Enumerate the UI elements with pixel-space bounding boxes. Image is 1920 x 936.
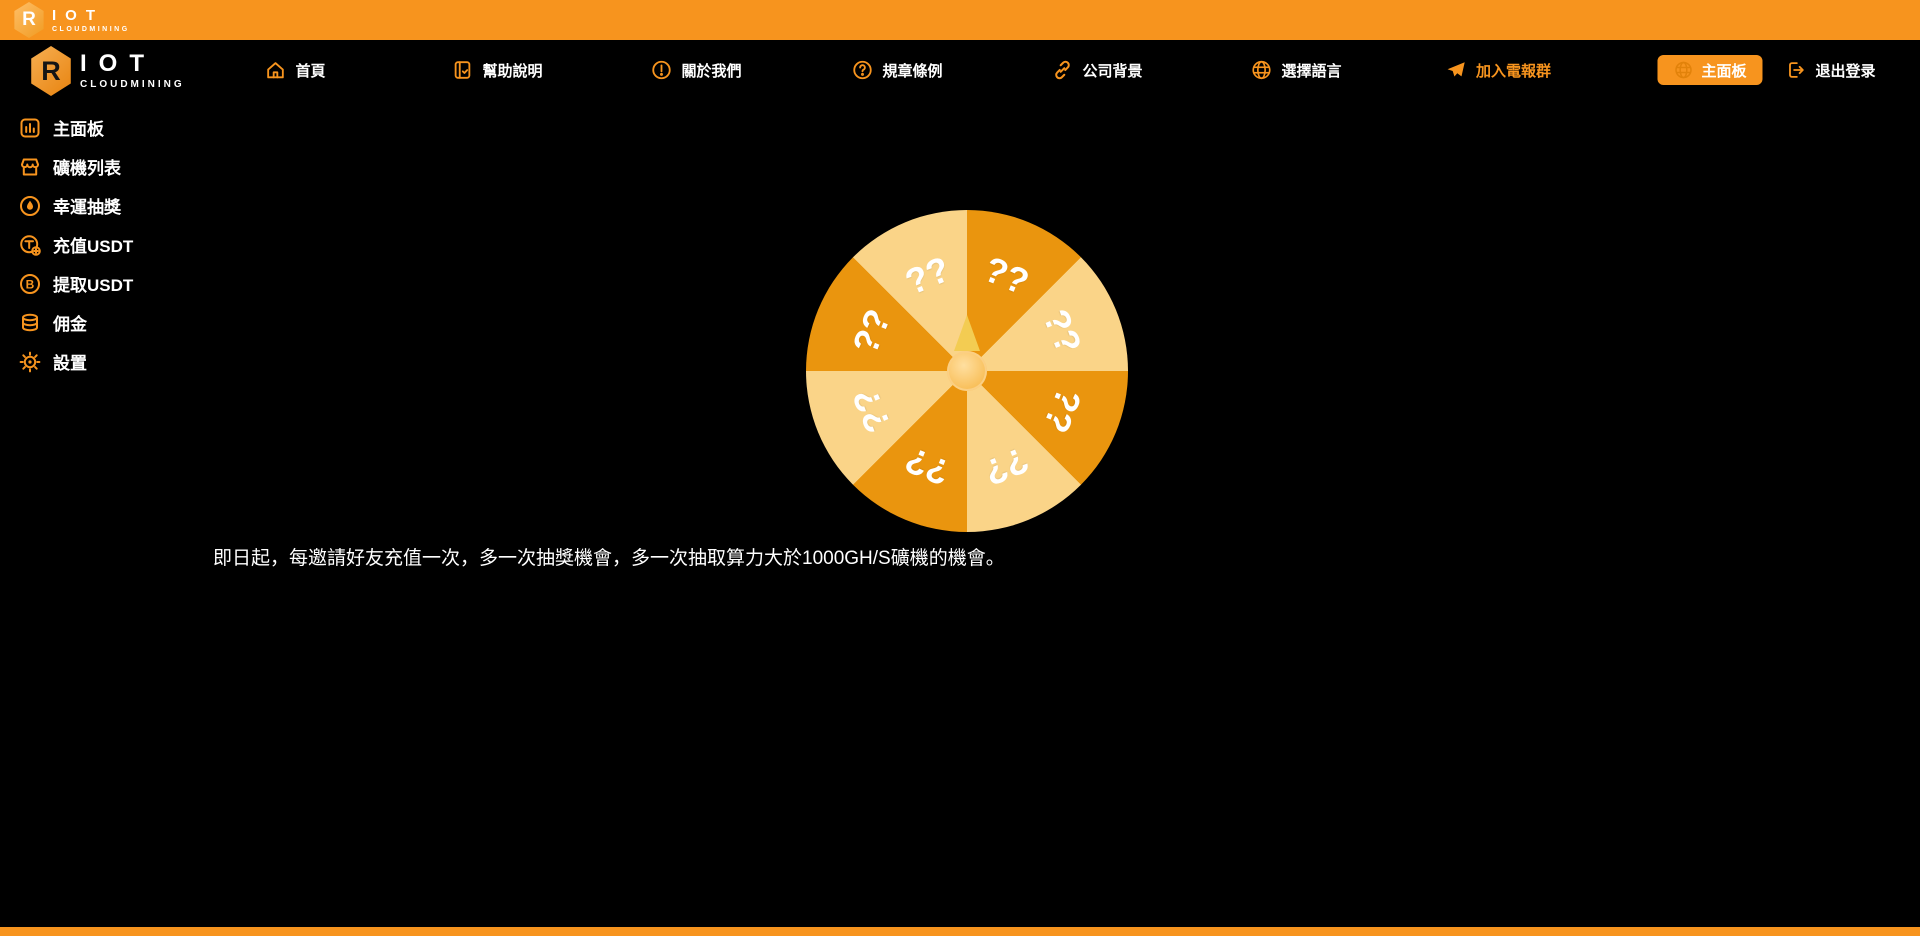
nav-item-label: 關於我們 (681, 60, 741, 81)
nav-item-language[interactable]: 選擇語言 (1250, 40, 1341, 100)
wheel-slice-label: ?? (978, 438, 1035, 494)
sidebar-item-withdraw[interactable]: B 提取USDT (0, 264, 220, 303)
svg-text:B: B (26, 277, 35, 291)
sidebar-item-label: 設置 (53, 349, 87, 374)
sidebar-item-label: 礦機列表 (53, 154, 121, 179)
nav-item-help[interactable]: 幫助說明 (451, 40, 542, 100)
dashboard-button-label: 主面板 (1701, 60, 1746, 81)
sidebar-item-label: 充值USDT (53, 232, 133, 257)
dashboard-button[interactable]: 主面板 (1657, 55, 1762, 85)
wheel-hub[interactable] (947, 351, 987, 391)
telegram-icon (1445, 59, 1467, 81)
nav-item-label: 首頁 (295, 60, 325, 81)
nav-item-home[interactable]: 首頁 (264, 40, 325, 100)
link-icon (1051, 59, 1073, 81)
wheel-pointer-icon (954, 315, 980, 351)
wheel-slice-label: ?? (899, 248, 956, 304)
nav-item-label: 加入電報群 (1476, 60, 1551, 81)
sidebar-item-settings[interactable]: 設置 (0, 342, 220, 381)
hexagon-logo-icon: R (28, 46, 74, 96)
hexagon-logo-icon: R (12, 2, 46, 38)
gear-icon (18, 350, 42, 374)
question-circle-icon (851, 59, 873, 81)
bottom-brand-strip (0, 927, 1920, 936)
sidebar-item-dashboard[interactable]: 主面板 (0, 108, 220, 147)
sidebar-item-label: 幸運抽獎 (53, 193, 121, 218)
main-navbar: R IOT CLOUDMINING 首頁 幫助說明 關於我們 規章條例 公司 (0, 40, 1920, 100)
brand-subtitle: CLOUDMINING (52, 26, 130, 33)
wheel-slice-label: ?? (844, 382, 900, 439)
logout-label: 退出登录 (1815, 60, 1875, 81)
nav-item-rules[interactable]: 規章條例 (851, 40, 942, 100)
sidebar: 主面板 礦機列表 幸運抽獎 充值USDT B 提取USDT (0, 108, 220, 381)
globe-icon (1673, 60, 1693, 80)
top-brand-bar: R IOT CLOUDMINING (0, 0, 1920, 40)
withdraw-coin-icon: B (18, 272, 42, 296)
nav-item-label: 幫助說明 (482, 60, 542, 81)
nav-item-telegram[interactable]: 加入電報群 (1445, 40, 1551, 100)
store-icon (18, 155, 42, 179)
logout-icon (1784, 59, 1806, 81)
sidebar-item-lucky-draw[interactable]: 幸運抽獎 (0, 186, 220, 225)
lucky-drop-icon (18, 194, 42, 218)
nav-item-label: 規章條例 (882, 60, 942, 81)
wheel-slice-label: ?? (899, 438, 956, 494)
home-icon (264, 59, 286, 81)
coins-stack-icon (18, 311, 42, 335)
globe-icon (1250, 59, 1272, 81)
dashboard-chart-icon (18, 116, 42, 140)
lucky-wheel[interactable]: ?? ?? ?? ?? ?? ?? ?? ?? (806, 210, 1128, 532)
sidebar-item-label: 提取USDT (53, 271, 133, 296)
wheel-slice-label: ?? (1034, 382, 1090, 439)
logout-button[interactable]: 退出登录 (1784, 40, 1875, 100)
sidebar-item-miner-list[interactable]: 礦機列表 (0, 147, 220, 186)
brand-name: IOT (80, 52, 185, 76)
sidebar-item-label: 佣金 (53, 310, 87, 335)
nav-item-label: 公司背景 (1082, 60, 1142, 81)
exclamation-circle-icon (650, 59, 672, 81)
promo-description: 即日起，每邀請好友充值一次，多一次抽獎機會，多一次抽取算力大於1000GH/S礦… (213, 543, 1005, 570)
wheel-slice-label: ?? (844, 303, 900, 360)
wheel-slice-label: ?? (978, 248, 1035, 304)
wheel-slice-label: ?? (1034, 303, 1090, 360)
sidebar-item-deposit[interactable]: 充值USDT (0, 225, 220, 264)
nav-item-label: 選擇語言 (1281, 60, 1341, 81)
sidebar-item-commission[interactable]: 佣金 (0, 303, 220, 342)
help-book-icon (451, 59, 473, 81)
sidebar-item-label: 主面板 (53, 115, 104, 140)
brand-name: IOT (52, 8, 130, 23)
deposit-usdt-icon (18, 233, 42, 257)
nav-item-about[interactable]: 關於我們 (650, 40, 741, 100)
navbar-logo[interactable]: R IOT CLOUDMINING (28, 46, 185, 96)
nav-item-company[interactable]: 公司背景 (1051, 40, 1142, 100)
topbar-logo: R IOT CLOUDMINING (12, 2, 130, 38)
brand-subtitle: CLOUDMINING (80, 80, 185, 90)
